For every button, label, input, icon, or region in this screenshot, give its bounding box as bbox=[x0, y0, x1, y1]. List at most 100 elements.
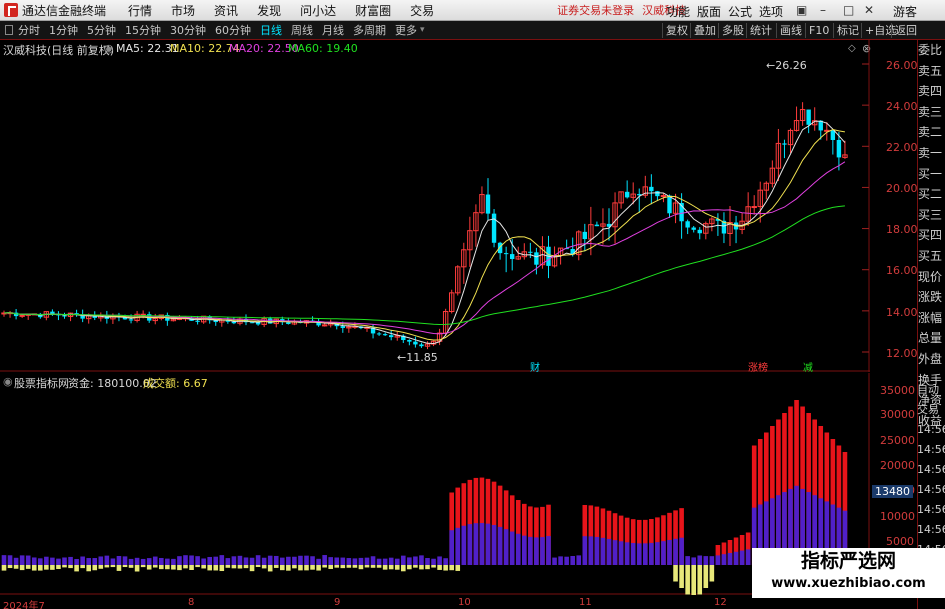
menu-faxian[interactable]: 发现 bbox=[257, 2, 281, 19]
fund-bar-purple bbox=[594, 536, 600, 565]
fund-bar-neg bbox=[679, 565, 684, 588]
fund-bar-purple bbox=[509, 531, 515, 565]
candle-body bbox=[594, 224, 600, 227]
back-button[interactable]: 返回 bbox=[891, 23, 920, 38]
menu-gongneng[interactable]: 功能 bbox=[666, 3, 690, 20]
period-monthly[interactable]: 月线 bbox=[322, 22, 344, 38]
menu-caifuquan[interactable]: 财富圈 bbox=[355, 2, 391, 19]
tick-time-label: 交易 bbox=[917, 403, 939, 416]
volume-chart[interactable] bbox=[0, 373, 870, 595]
maximize-icon[interactable]: □ bbox=[843, 3, 854, 17]
candle-body bbox=[340, 326, 345, 328]
volume-value-badge: 13480 bbox=[872, 485, 913, 498]
period-multi[interactable]: 多周期 bbox=[353, 22, 386, 38]
candle-body bbox=[660, 195, 667, 198]
fund-bar-neg bbox=[219, 565, 225, 572]
fund-bar-neg bbox=[237, 565, 243, 569]
quote-field-label: 涨幅 bbox=[918, 310, 943, 325]
fund-bar-neg bbox=[140, 565, 146, 568]
trade-login-status[interactable]: 证券交易未登录 bbox=[557, 2, 634, 18]
diejia-button[interactable]: 叠加 bbox=[690, 23, 719, 38]
candle-body bbox=[528, 251, 533, 253]
fund-bar-purple bbox=[679, 537, 684, 565]
fund-bar-neg bbox=[697, 565, 703, 595]
menu-zixun[interactable]: 资讯 bbox=[214, 2, 238, 19]
period-daily[interactable]: 日线 bbox=[260, 22, 282, 38]
fund-bar-purple bbox=[503, 529, 509, 565]
quote-field-label: 委比 bbox=[918, 43, 943, 57]
candle-body bbox=[195, 320, 200, 322]
period-more[interactable]: 更多 bbox=[395, 22, 417, 38]
quote-field-label: 买二 bbox=[918, 187, 943, 202]
period-5min[interactable]: 5分钟 bbox=[87, 22, 116, 38]
biaoji-button[interactable]: 标记 bbox=[833, 23, 862, 38]
fund-bar-neg bbox=[346, 565, 352, 568]
event-mark-cai[interactable]: 财 bbox=[530, 359, 540, 374]
price-axis-label: 26.00 bbox=[886, 59, 918, 72]
fund-bar-neg bbox=[376, 565, 382, 568]
panel-toggle-icon[interactable] bbox=[5, 25, 13, 35]
fund-bar-neg bbox=[401, 565, 406, 572]
fund-bar-purple bbox=[425, 558, 430, 565]
period-1min[interactable]: 1分钟 bbox=[49, 22, 78, 38]
fund-bar-purple bbox=[267, 555, 273, 565]
candlestick-chart[interactable] bbox=[0, 40, 870, 372]
event-mark-zhangbang[interactable]: 涨榜 bbox=[748, 359, 768, 374]
fund-bar-neg bbox=[703, 565, 709, 588]
fund-bar-purple bbox=[19, 555, 25, 565]
fund-bar-purple bbox=[249, 557, 255, 565]
fund-bar-purple bbox=[195, 556, 200, 565]
menu-jiaoyi[interactable]: 交易 bbox=[410, 2, 434, 19]
fund-bar-neg bbox=[685, 565, 690, 595]
fund-bar-neg bbox=[298, 565, 303, 571]
fund-bar-neg bbox=[673, 565, 678, 582]
fund-bar-neg bbox=[334, 565, 340, 568]
fuquan-button[interactable]: 复权 bbox=[662, 23, 691, 38]
more-dropdown-icon[interactable]: ▾ bbox=[420, 25, 425, 35]
fund-bar-neg bbox=[231, 565, 237, 569]
price-axis-label: 22.00 bbox=[886, 141, 918, 154]
fund-bar-purple bbox=[219, 555, 225, 565]
fund-bar-neg bbox=[183, 565, 188, 569]
menu-wenxiaoda[interactable]: 问小达 bbox=[300, 2, 336, 19]
period-30min[interactable]: 30分钟 bbox=[170, 22, 206, 38]
user-guest[interactable]: 游客 bbox=[893, 3, 917, 20]
fund-bar-purple bbox=[304, 555, 309, 565]
period-60min[interactable]: 60分钟 bbox=[215, 22, 251, 38]
huaxian-button[interactable]: 画线 bbox=[776, 23, 805, 38]
period-toolbar: 分时 1分钟 5分钟 15分钟 30分钟 60分钟 日线 周线 月线 多周期 更… bbox=[0, 21, 945, 40]
fund-bar-purple bbox=[310, 556, 315, 565]
fund-bar-neg bbox=[134, 565, 140, 572]
window-icon[interactable]: ▣ bbox=[796, 3, 807, 17]
fund-bar-neg bbox=[7, 565, 13, 569]
fund-bar-neg bbox=[207, 565, 212, 571]
fund-bar-purple bbox=[455, 527, 461, 565]
menu-gongshi[interactable]: 公式 bbox=[728, 3, 752, 20]
fund-bar-purple bbox=[128, 558, 134, 565]
menu-banmian[interactable]: 版面 bbox=[697, 3, 721, 20]
event-mark-jian[interactable]: 减 bbox=[803, 359, 813, 374]
low-price-marker: ←11.85 bbox=[397, 351, 438, 364]
menu-hangqing[interactable]: 行情 bbox=[128, 2, 152, 19]
fund-bar-neg bbox=[98, 565, 104, 569]
candle-body bbox=[582, 231, 587, 240]
period-15min[interactable]: 15分钟 bbox=[125, 22, 161, 38]
fund-bar-neg bbox=[189, 565, 194, 570]
minimize-icon[interactable]: – bbox=[820, 3, 826, 17]
f10-button[interactable]: F10 bbox=[805, 23, 832, 38]
tongji-button[interactable]: 统计 bbox=[746, 23, 775, 38]
fund-bar-purple bbox=[358, 557, 364, 565]
period-fenshi[interactable]: 分时 bbox=[18, 22, 40, 38]
fund-bar-neg bbox=[413, 565, 418, 568]
close-icon[interactable]: ✕ bbox=[864, 3, 874, 17]
vol-axis-label: 25000 bbox=[880, 434, 915, 447]
period-weekly[interactable]: 周线 bbox=[291, 22, 313, 38]
fund-bar-neg bbox=[425, 565, 430, 570]
quote-field-label: 涨跌 bbox=[918, 290, 943, 305]
candle-body bbox=[382, 334, 388, 336]
menu-xuanxiang[interactable]: 选项 bbox=[759, 3, 783, 20]
menu-shichang[interactable]: 市场 bbox=[171, 2, 195, 19]
fund-bar-purple bbox=[570, 555, 575, 565]
fund-bar-purple bbox=[600, 537, 606, 565]
duogu-button[interactable]: 多股 bbox=[718, 23, 747, 38]
